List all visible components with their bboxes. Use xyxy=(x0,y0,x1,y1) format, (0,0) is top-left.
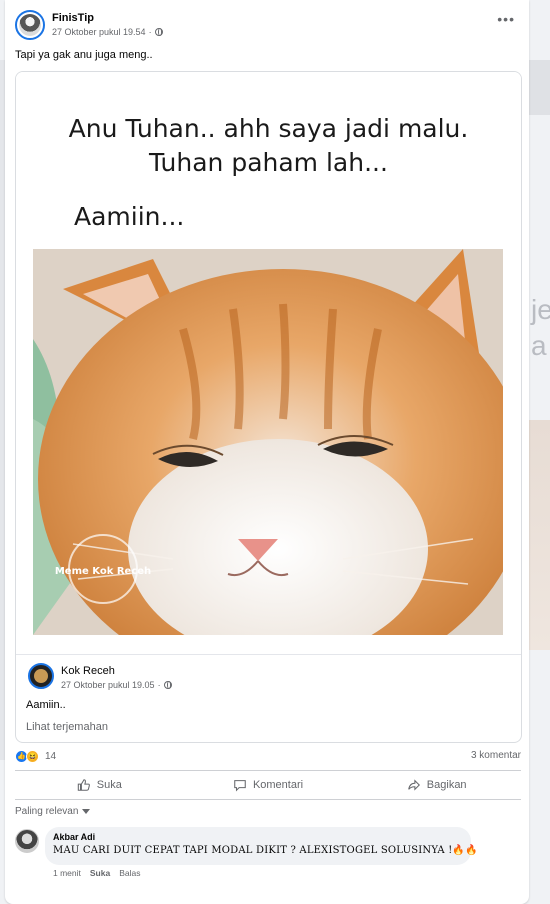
comment-sort-dropdown[interactable]: Paling relevan xyxy=(15,806,91,817)
shared-post[interactable]: Anu Tuhan.. ahh saya jadi malu. Tuhan pa… xyxy=(15,71,522,743)
meme-caption-line3: Aamiin... xyxy=(74,202,185,231)
like-label: Suka xyxy=(96,779,122,791)
commenter-avatar[interactable] xyxy=(15,829,39,853)
share-icon xyxy=(408,779,420,791)
thumbs-up-icon xyxy=(77,779,90,791)
meme-caption-line2: Tuhan paham lah... xyxy=(149,148,388,177)
author-name[interactable]: FinisTip xyxy=(52,12,94,24)
author-avatar[interactable] xyxy=(15,10,45,40)
comment-icon xyxy=(234,780,246,792)
background-right-block xyxy=(528,60,550,115)
see-translation-link[interactable]: Lihat terjemahan xyxy=(26,721,108,733)
comment-label: Komentari xyxy=(252,779,304,791)
cat-illustration: Meme Kok Receh xyxy=(33,249,503,635)
post-header: FinisTip 27 Oktober pukul 19.54 · ••• xyxy=(15,10,519,44)
shared-post-meta: 27 Oktober pukul 19.05 · xyxy=(61,680,172,690)
share-label: Bagikan xyxy=(426,779,467,791)
comment-button[interactable]: Komentari xyxy=(184,771,353,799)
shared-post-text: Aamiin.. xyxy=(26,699,66,711)
comment-reply-button[interactable]: Balas xyxy=(119,868,140,878)
more-options-button[interactable]: ••• xyxy=(497,12,515,26)
commenter-name[interactable]: Akbar Adi xyxy=(53,832,463,842)
share-button[interactable]: Bagikan xyxy=(352,771,521,799)
like-button[interactable]: Suka xyxy=(15,771,184,799)
post-card: FinisTip 27 Oktober pukul 19.54 · ••• Ta… xyxy=(5,0,529,904)
comment-bubble: Akbar Adi MAU CARI DUIT CEPAT TAPI MODAL… xyxy=(45,827,478,865)
shared-post-timestamp[interactable]: 27 Oktober pukul 19.05 xyxy=(61,680,155,690)
background-right-photo xyxy=(528,420,550,650)
comment-text: MAU CARI DUIT CEPAT TAPI MODAL DIKIT ? A… xyxy=(53,845,478,856)
cat-photo: Meme Kok Receh xyxy=(33,249,503,635)
comment-actions: 1 menit Suka Balas xyxy=(53,868,140,878)
globe-icon xyxy=(163,681,172,689)
post-stats: 👍 😆 14 3 komentar xyxy=(15,750,521,764)
post-actions: Suka Komentari Bagikan xyxy=(15,771,521,799)
meme-image[interactable]: Anu Tuhan.. ahh saya jadi malu. Tuhan pa… xyxy=(16,72,521,654)
sort-label: Paling relevan xyxy=(15,806,79,817)
shared-divider xyxy=(16,654,521,655)
meme-caption: Anu Tuhan.. ahh saya jadi malu. Tuhan pa… xyxy=(16,112,521,180)
shared-author-name[interactable]: Kok Receh xyxy=(61,665,115,677)
chevron-down-icon xyxy=(82,809,91,814)
post-timestamp[interactable]: 27 Oktober pukul 19.54 xyxy=(52,27,146,37)
watermark-text: Meme Kok Receh xyxy=(55,566,151,577)
comment-count[interactable]: 3 komentar xyxy=(471,750,521,761)
reaction-icons[interactable]: 👍 😆 xyxy=(15,750,41,764)
comment-time[interactable]: 1 menit xyxy=(53,868,81,878)
page-avatar[interactable] xyxy=(28,663,54,689)
meme-caption-line1: Anu Tuhan.. ahh saya jadi malu. xyxy=(68,114,469,143)
haha-reaction-icon: 😆 xyxy=(26,750,39,763)
comment-like-button[interactable]: Suka xyxy=(90,868,110,878)
reaction-count[interactable]: 14 xyxy=(45,751,56,762)
background-right-text: je a xyxy=(531,294,550,361)
avatar-image xyxy=(19,14,41,36)
actions-divider-bottom xyxy=(15,799,521,800)
post-meta: 27 Oktober pukul 19.54 · xyxy=(52,27,163,37)
globe-icon xyxy=(154,28,163,36)
post-text: Tapi ya gak anu juga meng.. xyxy=(15,49,153,61)
